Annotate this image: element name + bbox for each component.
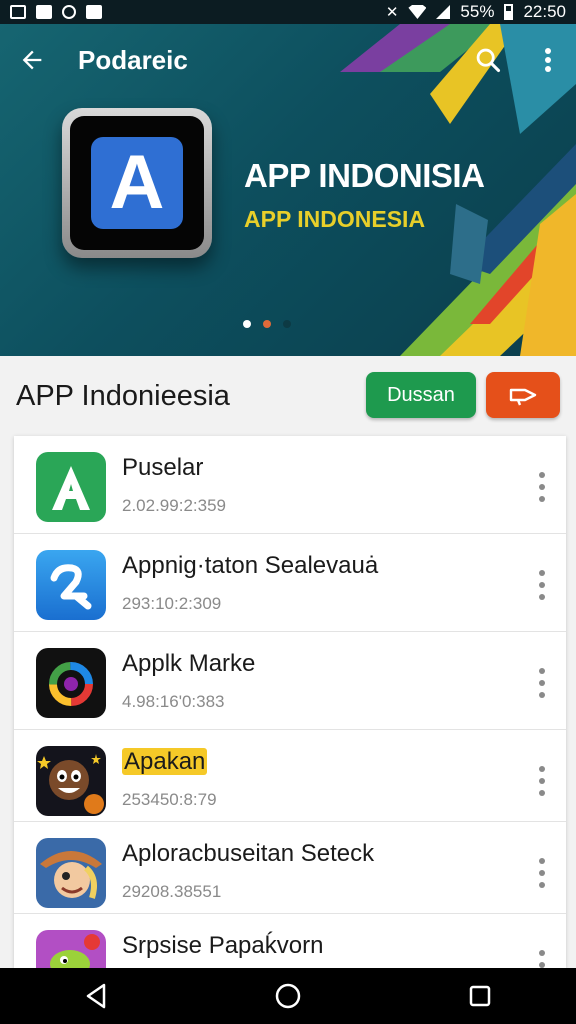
list-item[interactable]: Srpsise Papaḱvorn xyxy=(14,914,566,968)
more-vert-icon xyxy=(545,48,551,72)
signal-icon xyxy=(436,5,451,19)
item-menu-button[interactable] xyxy=(532,570,552,600)
status-bar: ✕ 55% 22:50 xyxy=(0,0,576,24)
section-title: APP Indonieesia xyxy=(16,379,230,412)
status-system: ✕ 55% 22:50 xyxy=(386,2,566,22)
list-item[interactable]: Aploracbuseitan Seteck 29208.38551 xyxy=(14,822,566,914)
search-button[interactable] xyxy=(470,42,506,78)
hero-title: APP INDONISIA xyxy=(244,157,485,194)
overflow-menu-button[interactable] xyxy=(530,42,566,78)
wifi-icon xyxy=(408,5,427,19)
app-name: Apakan xyxy=(122,748,208,776)
share-icon xyxy=(509,388,537,406)
app-name: Aploracbuseitan Seteck xyxy=(122,840,375,867)
item-menu-button[interactable] xyxy=(532,668,552,698)
nav-home-button[interactable] xyxy=(258,968,318,1024)
carousel-dot[interactable] xyxy=(283,320,291,328)
primary-action-button[interactable]: Dussan xyxy=(366,372,476,418)
card-notification-icon xyxy=(36,5,52,19)
carousel-indicator xyxy=(0,320,576,328)
hero-banner[interactable]: Podareic A APP INDONISIA APP INDONESIA xyxy=(0,24,576,356)
message-notification-icon xyxy=(86,5,102,19)
search-icon xyxy=(476,48,501,73)
item-menu-button[interactable] xyxy=(532,766,552,796)
cartoon-face-icon xyxy=(36,746,106,816)
back-button[interactable] xyxy=(0,28,64,92)
list-item[interactable]: Apakan 253450:8:79 xyxy=(14,730,566,822)
mute-icon: ✕ xyxy=(385,4,399,21)
list-item[interactable]: Appnig·taton Sealevauȧ 293:10:2:309 xyxy=(14,534,566,632)
toolbar-actions xyxy=(470,42,576,78)
app-name: Srpsise Papaḱvorn xyxy=(122,932,324,959)
app-name: Puselar xyxy=(122,454,204,481)
app-list: Puselar 2.02.99:2:359 Appnig·taton Seale… xyxy=(14,436,566,968)
carousel-dot[interactable] xyxy=(263,320,271,328)
hero-subtitle: APP INDONESIA xyxy=(244,206,426,232)
nav-recents-button[interactable] xyxy=(450,968,510,1024)
carousel-dot[interactable] xyxy=(243,320,251,328)
arrow-left-icon xyxy=(22,50,42,70)
battery-percent: 55% xyxy=(460,2,495,21)
colorful-g-icon xyxy=(36,648,106,718)
item-menu-button[interactable] xyxy=(532,858,552,888)
status-notifications xyxy=(10,5,102,19)
nav-back-icon xyxy=(86,983,106,1009)
share-button[interactable] xyxy=(486,372,560,418)
app-name: Applk Marke xyxy=(122,650,256,677)
list-item[interactable]: Applk Marke 4.98:16'0:383 xyxy=(14,632,566,730)
app-meta: 4.98:16'0:383 xyxy=(122,692,225,711)
list-item[interactable]: Puselar 2.02.99:2:359 xyxy=(14,436,566,534)
clock: 22:50 xyxy=(523,2,566,21)
app-name: Appnig·taton Sealevauȧ xyxy=(122,552,379,579)
app-toolbar: Podareic xyxy=(0,24,576,96)
cartoon-bird-icon xyxy=(36,930,106,968)
app-meta: 29208.38551 xyxy=(122,882,222,901)
app-meta: 253450:8:79 xyxy=(122,790,217,809)
nav-home-icon xyxy=(275,983,301,1009)
system-nav-bar xyxy=(0,968,576,1024)
section-header: APP Indonieesia Dussan xyxy=(0,356,576,436)
screenshot-notification-icon xyxy=(10,5,26,19)
nav-recents-icon xyxy=(469,985,491,1007)
item-menu-button[interactable] xyxy=(532,950,552,968)
cartoon-pirate-icon xyxy=(36,838,106,908)
app-meta: 293:10:2:309 xyxy=(122,594,222,613)
toolbar-title: Podareic xyxy=(78,44,188,75)
blue-z-icon xyxy=(36,550,106,620)
location-notification-icon xyxy=(62,5,76,19)
green-a-icon xyxy=(36,452,106,522)
highlighted-app-name: Apakan xyxy=(122,748,208,775)
nav-back-button[interactable] xyxy=(66,968,126,1024)
item-menu-button[interactable] xyxy=(532,472,552,502)
battery-icon xyxy=(504,4,514,20)
app-meta: 2.02.99:2:359 xyxy=(122,496,226,515)
